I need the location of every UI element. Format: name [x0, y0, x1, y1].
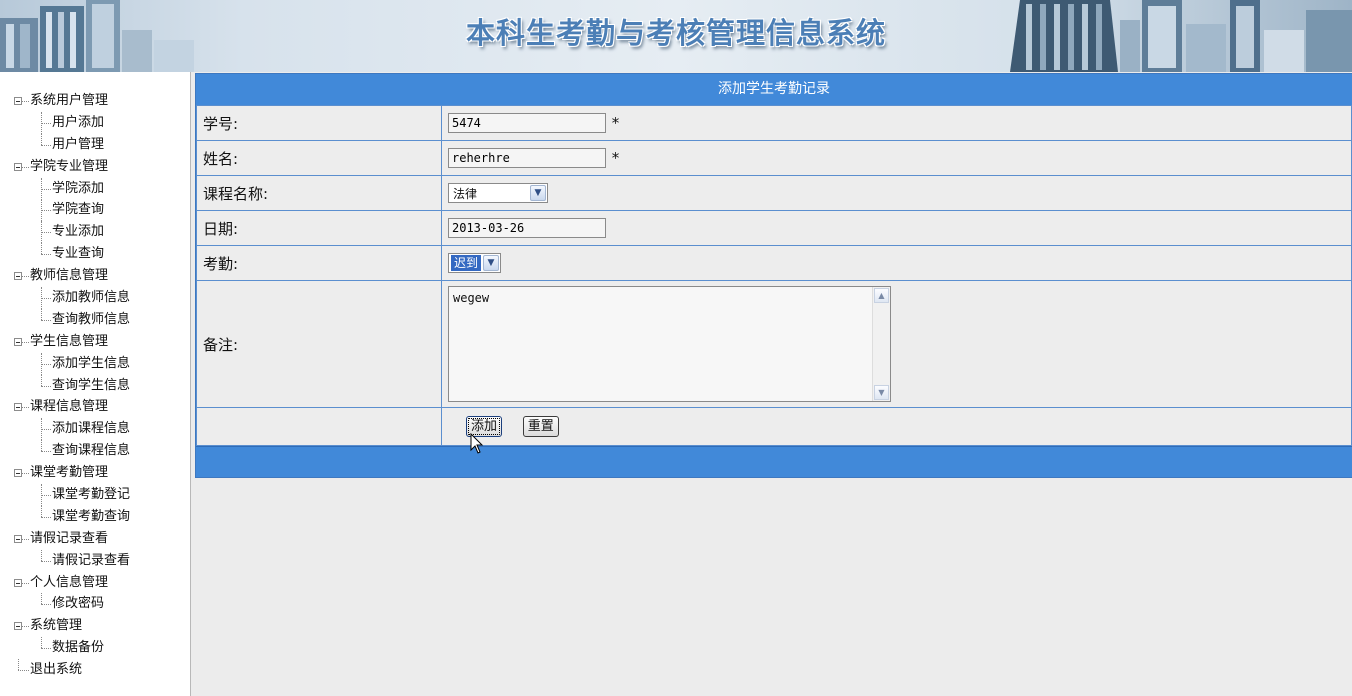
course-selected-value: 法律 — [453, 186, 478, 201]
system-title: 本科生考勤与考核管理信息系统 — [465, 16, 886, 50]
sidebar-item[interactable]: 添加教师信息 — [12, 287, 130, 310]
sidebar-group-label[interactable]: 系统管理 — [30, 618, 82, 633]
nav-tree: 系统用户管理用户添加用户管理学院专业管理学院添加学院查询专业添加专业查询教师信息… — [12, 90, 130, 681]
student-id-input[interactable] — [448, 113, 606, 133]
sidebar-item[interactable]: 课堂考勤登记 — [12, 484, 130, 507]
required-mark: * — [611, 114, 620, 132]
sidebar-group-label[interactable]: 请假记录查看 — [30, 531, 108, 546]
sidebar-item-label[interactable]: 请假记录查看 — [52, 553, 130, 568]
attendance-form: 学号: * 姓名: * 课程名称: 法律 ▼ 日期: — [196, 105, 1352, 446]
sidebar-item-label[interactable]: 添加课程信息 — [52, 421, 130, 436]
sidebar-item[interactable]: 学院添加 — [12, 177, 130, 200]
remarks-text: wegew — [453, 291, 490, 305]
sidebar-item[interactable]: 添加课程信息 — [12, 418, 130, 441]
sidebar-item-logout[interactable]: 退出系统 — [12, 659, 130, 681]
remarks-textarea[interactable]: wegew ▲ ▼ — [448, 286, 891, 402]
sidebar-group[interactable]: 系统管理 — [12, 615, 130, 637]
date-label: 日期: — [196, 210, 442, 246]
sidebar-item[interactable]: 专业查询 — [12, 243, 130, 265]
course-label: 课程名称: — [196, 175, 442, 211]
sidebar-group[interactable]: 课堂考勤管理 — [12, 462, 130, 484]
sidebar-item-label[interactable]: 专业查询 — [52, 246, 104, 261]
course-select[interactable]: 法律 ▼ — [448, 183, 548, 203]
sidebar-item[interactable]: 数据备份 — [12, 637, 130, 659]
sidebar-group-label[interactable]: 系统用户管理 — [30, 93, 108, 108]
sidebar-item-label[interactable]: 查询学生信息 — [52, 378, 130, 393]
chevron-down-icon[interactable]: ▼ — [483, 255, 500, 271]
sidebar-group[interactable]: 系统用户管理 — [12, 90, 130, 112]
sidebar-item[interactable]: 用户添加 — [12, 111, 130, 134]
sidebar-item[interactable]: 请假记录查看 — [12, 549, 130, 572]
remarks-scrollbar[interactable]: ▲ ▼ — [872, 287, 890, 401]
collapse-toggle-icon[interactable] — [14, 272, 22, 281]
sidebar-item[interactable]: 查询课程信息 — [12, 440, 130, 462]
date-input[interactable] — [448, 218, 606, 238]
student-id-label: 学号: — [196, 105, 442, 141]
collapse-toggle-icon[interactable] — [14, 622, 22, 631]
logout-label[interactable]: 退出系统 — [30, 662, 82, 677]
sidebar-item-label[interactable]: 查询教师信息 — [52, 312, 130, 327]
sidebar-item-label[interactable]: 添加教师信息 — [52, 290, 130, 305]
sidebar-item-label[interactable]: 用户管理 — [52, 137, 104, 152]
sidebar-group[interactable]: 学生信息管理 — [12, 331, 130, 353]
collapse-toggle-icon[interactable] — [14, 97, 22, 105]
sidebar-item[interactable]: 查询学生信息 — [12, 374, 130, 397]
name-input[interactable] — [448, 148, 606, 168]
collapse-toggle-icon[interactable] — [14, 534, 22, 543]
collapse-toggle-icon[interactable] — [14, 162, 22, 171]
scroll-down-icon[interactable]: ▼ — [874, 385, 889, 400]
sidebar-item-label[interactable]: 数据备份 — [52, 640, 104, 655]
sidebar-item[interactable]: 查询教师信息 — [12, 308, 130, 331]
sidebar-item[interactable]: 添加学生信息 — [12, 352, 130, 375]
sidebar-group[interactable]: 教师信息管理 — [12, 265, 130, 287]
name-label: 姓名: — [196, 140, 442, 176]
collapse-toggle-icon[interactable] — [14, 403, 22, 412]
sidebar-group[interactable]: 学院专业管理 — [12, 156, 130, 178]
sidebar-item-label[interactable]: 修改密码 — [52, 596, 104, 611]
sidebar-group-label[interactable]: 个人信息管理 — [30, 575, 108, 590]
collapse-toggle-icon[interactable] — [14, 578, 22, 587]
panel-footer — [196, 446, 1352, 477]
banner: 本科生考勤与考核管理信息系统 — [0, 0, 1352, 72]
sidebar-item-label[interactable]: 用户添加 — [52, 115, 104, 130]
sidebar-group-label[interactable]: 教师信息管理 — [30, 268, 108, 283]
sidebar-group-label[interactable]: 课程信息管理 — [30, 399, 108, 414]
add-attendance-panel: 添加学生考勤记录 学号: * 姓名: * 课程名称: 法律 ▼ — [195, 73, 1352, 478]
sidebar-item[interactable]: 课堂考勤查询 — [12, 505, 130, 528]
collapse-toggle-icon[interactable] — [14, 337, 22, 346]
mouse-pointer-icon — [470, 433, 484, 454]
sidebar-group[interactable]: 个人信息管理 — [12, 572, 130, 594]
required-mark: * — [611, 149, 620, 167]
sidebar-item[interactable]: 修改密码 — [12, 593, 130, 615]
sidebar-item-label[interactable]: 学院添加 — [52, 181, 104, 196]
sidebar-item-label[interactable]: 专业添加 — [52, 224, 104, 239]
collapse-toggle-icon[interactable] — [14, 469, 22, 478]
sidebar-item-label[interactable]: 查询课程信息 — [52, 443, 130, 458]
actions-label-cell — [196, 407, 442, 446]
sidebar-item[interactable]: 用户管理 — [12, 133, 130, 156]
attendance-selected-value: 迟到 — [451, 255, 482, 271]
sidebar-group[interactable]: 课程信息管理 — [12, 396, 130, 418]
sidebar-group-label[interactable]: 学院专业管理 — [30, 159, 108, 174]
sidebar-item-label[interactable]: 课堂考勤查询 — [52, 509, 130, 524]
chevron-down-icon[interactable]: ▼ — [530, 185, 546, 201]
sidebar-group-label[interactable]: 学生信息管理 — [30, 334, 108, 349]
sidebar-group[interactable]: 请假记录查看 — [12, 528, 130, 550]
scroll-up-icon[interactable]: ▲ — [874, 288, 889, 303]
sidebar-item-label[interactable]: 学院查询 — [52, 202, 104, 217]
sidebar-item[interactable]: 学院查询 — [12, 199, 130, 222]
reset-button[interactable]: 重置 — [522, 416, 559, 437]
panel-title: 添加学生考勤记录 — [196, 74, 1352, 105]
sidebar-item[interactable]: 专业添加 — [12, 221, 130, 244]
sidebar-item-label[interactable]: 课堂考勤登记 — [52, 487, 130, 502]
attendance-select[interactable]: 迟到 ▼ — [448, 253, 502, 273]
sidebar-item-label[interactable]: 添加学生信息 — [52, 356, 130, 371]
sidebar-group-label[interactable]: 课堂考勤管理 — [30, 465, 108, 480]
remarks-label: 备注: — [196, 280, 442, 408]
attendance-label: 考勤: — [196, 245, 442, 281]
sidebar-nav: 系统用户管理用户添加用户管理学院专业管理学院添加学院查询专业添加专业查询教师信息… — [0, 72, 191, 696]
